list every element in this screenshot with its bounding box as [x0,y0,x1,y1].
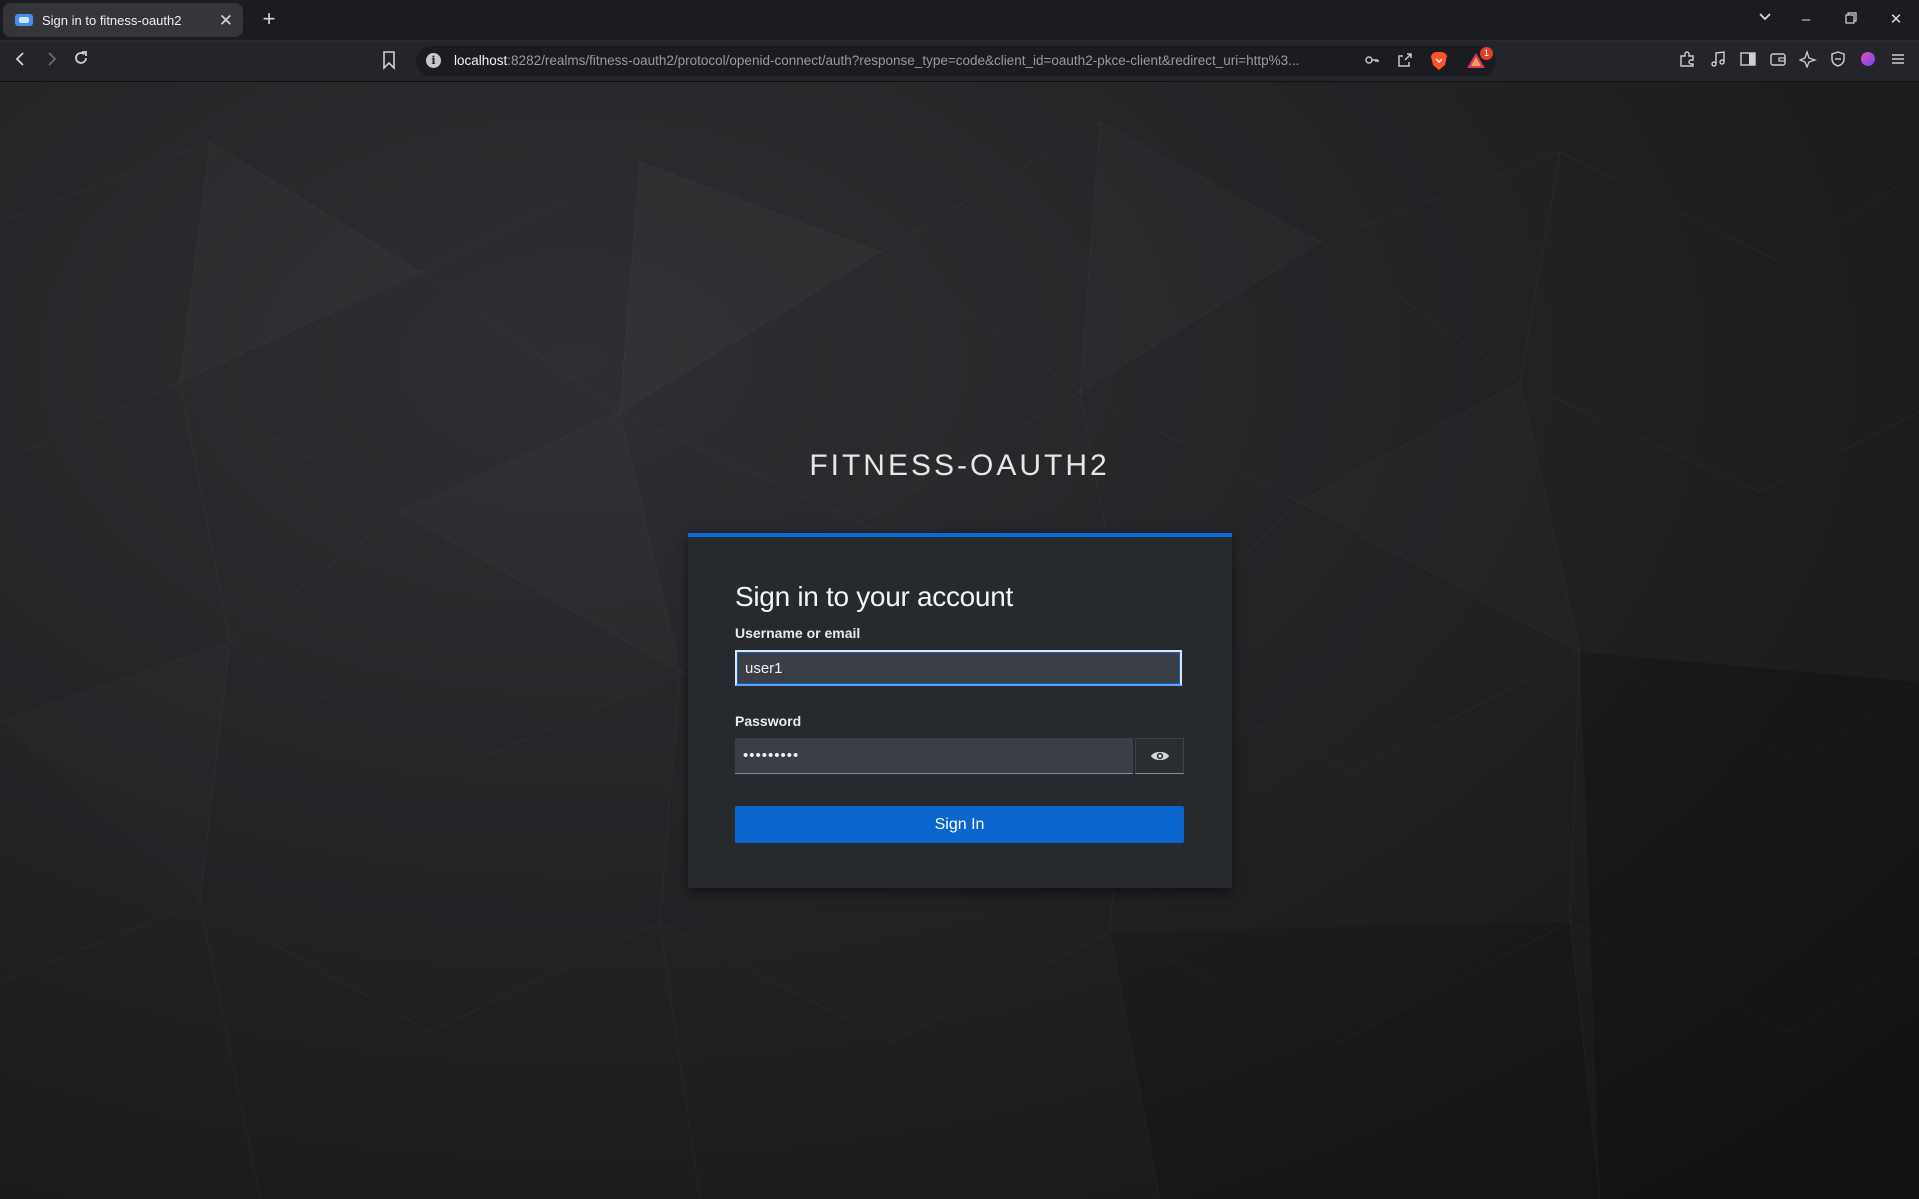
tab-close-icon[interactable]: ✕ [219,12,233,29]
key-icon[interactable] [1363,52,1381,70]
username-label: Username or email [735,625,861,641]
login-card: Sign in to your account Username or emai… [688,533,1232,888]
back-icon[interactable] [8,49,34,73]
shields-count-badge: 1 [1480,47,1493,60]
keycloak-favicon-icon [15,14,33,26]
tab-title: Sign in to fitness-oauth2 [42,12,182,28]
login-page: FITNESS-OAUTH2 Sign in to your account U… [0,82,1919,1199]
restore-button[interactable] [1837,8,1865,32]
brave-shields-icon[interactable] [1430,51,1448,71]
leo-ai-icon[interactable] [1797,49,1819,72]
menu-icon[interactable] [1887,50,1909,72]
forward-icon[interactable] [38,49,64,73]
realm-title: FITNESS-OAUTH2 [809,449,1110,482]
tab-list-chevron-icon[interactable] [1751,8,1779,32]
minimize-button[interactable]: – [1792,8,1820,32]
music-note-icon[interactable] [1707,50,1729,72]
show-password-button[interactable] [1135,738,1184,774]
password-label: Password [735,713,802,729]
share-icon[interactable] [1396,52,1414,70]
extensions-icon[interactable] [1676,50,1698,72]
profile-icon[interactable] [1857,50,1879,72]
url-path: :8282/realms/fitness-oauth2/protocol/ope… [507,53,1300,68]
tab-active[interactable]: Sign in to fitness-oauth2 ✕ [3,3,243,37]
eye-icon [1150,751,1169,761]
login-heading: Sign in to your account [735,581,1013,612]
sign-in-button[interactable]: Sign In [735,806,1184,843]
address-bar[interactable]: i localhost:8282/realms/fitness-oauth2/p… [416,46,1496,76]
reload-icon[interactable] [68,49,94,73]
url-text[interactable]: localhost:8282/realms/fitness-oauth2/pro… [454,53,1344,68]
bookmark-icon[interactable] [382,50,402,72]
username-input[interactable] [735,650,1182,686]
wallet-icon[interactable] [1767,50,1789,72]
url-host: localhost [454,53,508,68]
new-tab-button[interactable]: + [256,6,282,32]
close-window-button[interactable]: ✕ [1882,8,1910,32]
sidebar-icon[interactable] [1737,50,1759,72]
site-info-icon[interactable]: i [426,53,441,68]
password-input[interactable] [735,738,1133,774]
tab-strip: Sign in to fitness-oauth2 ✕ + – ✕ [0,0,1919,41]
vpn-shield-icon[interactable] [1827,50,1849,72]
